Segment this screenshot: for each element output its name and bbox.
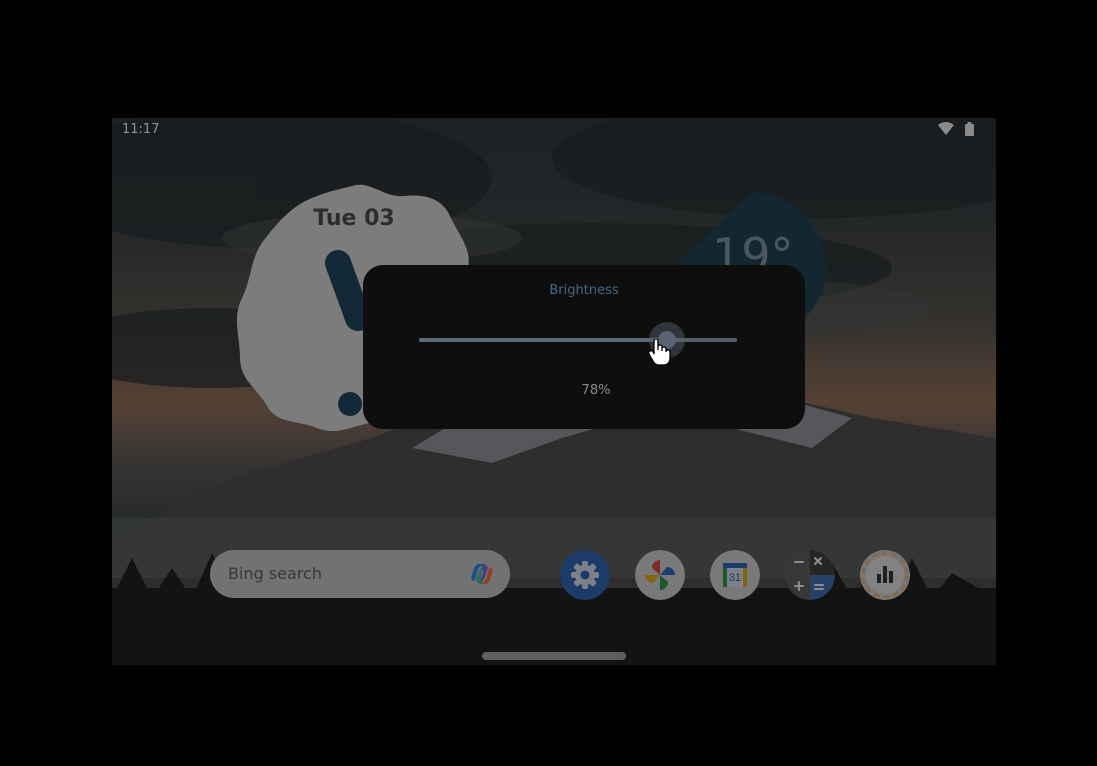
brightness-slider-fill xyxy=(419,338,668,342)
brightness-dialog: Brightness 78% xyxy=(363,265,805,429)
brightness-slider-track[interactable] xyxy=(419,338,737,342)
brightness-value: 78% xyxy=(581,383,611,398)
hand-cursor-icon xyxy=(648,339,671,366)
brightness-title: Brightness xyxy=(549,283,619,298)
